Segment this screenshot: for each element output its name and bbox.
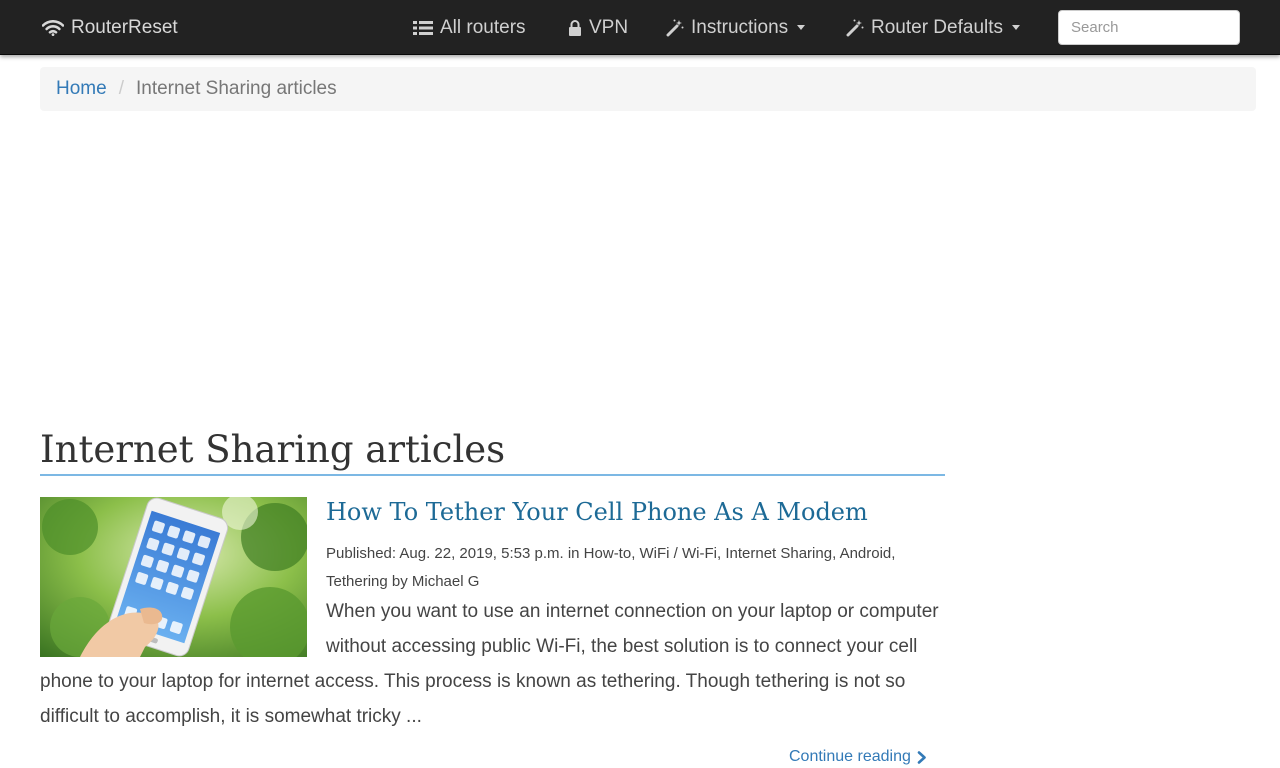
article-thumbnail-image (40, 497, 307, 657)
article-card: How To Tether Your Cell Phone As A Modem… (40, 497, 945, 734)
page-heading: Internet Sharing articles (40, 426, 945, 476)
nav-instructions-dropdown[interactable]: Instructions (666, 0, 806, 55)
chevron-down-icon (1012, 25, 1021, 30)
search-input[interactable] (1058, 10, 1240, 45)
article-thumbnail-link[interactable] (40, 497, 307, 657)
nav-router-defaults-dropdown[interactable]: Router Defaults (846, 0, 1021, 55)
wifi-icon (42, 19, 64, 36)
nav-instructions-label: Instructions (691, 16, 789, 38)
brand-label: RouterReset (71, 16, 178, 38)
brand-link[interactable]: RouterReset (42, 0, 178, 55)
nav-all-routers[interactable]: All routers (413, 0, 526, 55)
nav-all-routers-label: All routers (440, 16, 526, 38)
breadcrumb: Home / Internet Sharing articles (40, 67, 1256, 111)
chevron-down-icon (797, 25, 806, 30)
list-icon (413, 20, 433, 35)
breadcrumb-current: Internet Sharing articles (135, 78, 337, 99)
page-title: Internet Sharing articles (40, 428, 506, 471)
continue-reading-label: Continue reading (789, 748, 911, 765)
magic-wand-icon (846, 19, 864, 36)
breadcrumb-home-link[interactable]: Home (56, 78, 107, 100)
continue-reading-link[interactable]: Continue reading (789, 748, 927, 766)
magic-wand-icon (666, 19, 684, 36)
nav-vpn[interactable]: VPN (568, 0, 628, 55)
nav-router-defaults-label: Router Defaults (871, 16, 1004, 38)
nav-vpn-label: VPN (589, 16, 629, 38)
chevron-right-icon (917, 750, 926, 764)
breadcrumb-separator: / (118, 78, 124, 99)
lock-icon (569, 19, 581, 36)
top-navbar: RouterReset All routers VPN Instructions (0, 0, 1280, 55)
